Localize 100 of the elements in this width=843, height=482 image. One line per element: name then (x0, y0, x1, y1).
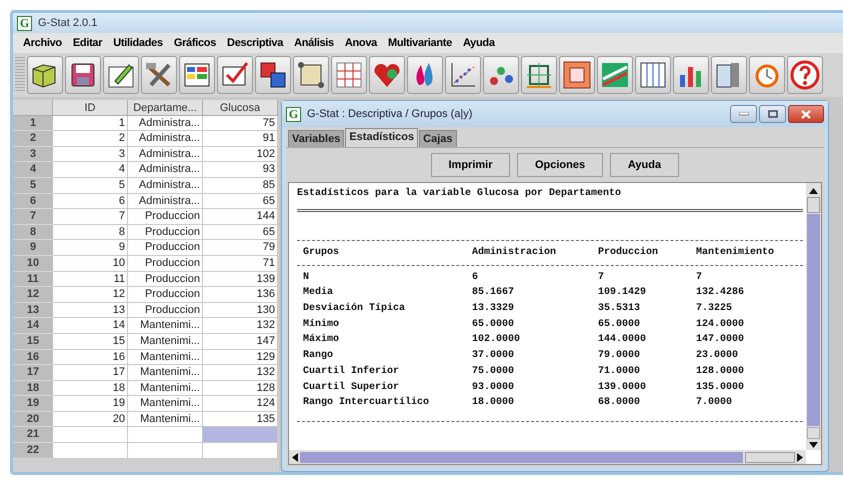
table-cell: 2 (53, 131, 128, 147)
row-header[interactable]: 9 (13, 240, 53, 256)
statistic-label: N (303, 270, 310, 285)
menu-item[interactable]: Análisis (294, 37, 334, 49)
menu-item[interactable]: Utilidades (113, 37, 163, 49)
toolbar-button[interactable] (711, 56, 747, 94)
table-cell: 6 (53, 194, 128, 210)
toolbar-button[interactable] (103, 56, 139, 94)
statistic-value: 75.0000 (472, 364, 516, 379)
row-header[interactable]: 13 (13, 302, 53, 318)
tab[interactable]: Cajas (419, 130, 456, 147)
table-cell: 7 (53, 209, 128, 225)
table-cell: 3 (53, 146, 128, 162)
row-header[interactable]: 10 (13, 256, 53, 272)
table-cell: 130 (203, 302, 278, 318)
row-header[interactable]: 11 (13, 272, 53, 288)
table-cell: 18 (53, 380, 128, 396)
toolbar-gripper[interactable] (15, 57, 25, 93)
column-header[interactable]: Glucosa (203, 100, 278, 116)
minimize-button[interactable] (730, 105, 757, 123)
table-cell: Administra... (128, 178, 203, 194)
toolbar-button[interactable] (27, 56, 63, 94)
table-cell: Administra... (128, 162, 203, 178)
table-cell: Mantenimi... (128, 365, 203, 381)
statistic-value: 7.0000 (696, 396, 734, 410)
row-header[interactable]: 1 (13, 116, 53, 132)
push-button[interactable]: Imprimir (431, 153, 510, 177)
row-header[interactable]: 12 (13, 287, 53, 303)
table-cell: 13 (53, 302, 128, 318)
table-cell: Produccion (128, 272, 203, 288)
table-cell: Mantenimi... (128, 412, 203, 428)
table-cell: 20 (53, 412, 128, 428)
row-header[interactable]: 18 (13, 380, 53, 396)
table-cell: 144 (203, 209, 278, 225)
table-cell: 11 (53, 272, 128, 288)
menu-item[interactable]: Gráficos (174, 37, 216, 49)
statistic-value: 93.0000 (472, 380, 516, 394)
horizontal-scrollbar[interactable] (289, 450, 806, 464)
row-header[interactable]: 8 (13, 224, 53, 240)
scroll-thumb[interactable] (807, 197, 820, 213)
table-cell: 132 (203, 318, 278, 334)
row-header[interactable]: 3 (13, 146, 53, 162)
statistic-value: 13.3329 (472, 302, 516, 316)
toolbar-button[interactable] (65, 56, 101, 94)
table-cell: 128 (203, 380, 278, 396)
vertical-scrollbar[interactable] (806, 183, 821, 450)
row-header[interactable]: 6 (13, 194, 53, 210)
toolbar-button[interactable] (521, 56, 557, 94)
table-cell: Produccion (128, 240, 203, 256)
maximize-button[interactable] (759, 105, 786, 123)
table-cell: Mantenimi... (128, 334, 203, 350)
menu-item[interactable]: Ayuda (462, 37, 495, 49)
column-header[interactable]: ID (53, 100, 128, 116)
statistic-value: 35.5313 (598, 302, 642, 316)
row-header[interactable]: 7 (13, 209, 53, 225)
row-header[interactable]: 5 (13, 178, 53, 194)
row-header[interactable]: 15 (13, 334, 53, 350)
table-cell: 5 (53, 178, 128, 194)
menu-item[interactable]: Archivo (23, 37, 62, 49)
statistic-label: Media (303, 286, 334, 300)
table-cell: 75 (203, 116, 278, 132)
row-header[interactable]: 16 (13, 350, 53, 366)
toolbar-button[interactable] (179, 56, 215, 94)
menu-item[interactable]: Descriptiva (227, 37, 284, 49)
table-cell: 1 (53, 116, 128, 132)
table-cell: Administra... (128, 146, 203, 162)
toolbar-button[interactable] (445, 56, 481, 94)
scroll-up-icon (809, 188, 818, 194)
tab[interactable]: Estadísticos (345, 128, 418, 147)
toolbar-button[interactable] (293, 56, 329, 94)
corner-cell (13, 100, 53, 116)
statistic-label: Cuartil Inferior (303, 364, 400, 379)
column-header[interactable]: Departame... (128, 100, 203, 116)
row-header[interactable]: 21 (13, 427, 53, 444)
column-heading: Produccion (598, 246, 660, 260)
toolbar-button[interactable] (635, 56, 671, 94)
toolbar-button[interactable] (559, 56, 595, 94)
row-header[interactable]: 20 (13, 412, 53, 428)
close-button[interactable] (788, 105, 824, 123)
table-cell: 139 (203, 272, 278, 288)
table-cell: 71 (203, 256, 278, 272)
row-header[interactable]: 17 (13, 365, 53, 381)
table-cell: 136 (203, 287, 278, 303)
row-header[interactable]: 4 (13, 162, 53, 178)
menu-item[interactable]: Anova (344, 37, 377, 49)
push-button[interactable]: Opciones (517, 153, 603, 177)
app-logo: G (286, 106, 301, 122)
row-header[interactable]: 14 (13, 318, 53, 334)
row-header[interactable]: 22 (13, 443, 53, 459)
row-header[interactable]: 2 (13, 131, 53, 147)
row-header[interactable]: 19 (13, 396, 53, 412)
push-button[interactable]: Ayuda (610, 153, 679, 177)
tab[interactable]: Variables (288, 130, 344, 147)
toolbar-button[interactable] (217, 56, 253, 94)
statistic-label: Rango Intercuartílico (303, 396, 430, 410)
toolbar-button[interactable] (255, 56, 291, 94)
menu-item[interactable]: Multivariante (388, 37, 452, 49)
statistic-value: 135.0000 (696, 380, 746, 394)
menu-item[interactable]: Editar (72, 37, 102, 49)
scroll-thumb[interactable] (745, 452, 795, 462)
